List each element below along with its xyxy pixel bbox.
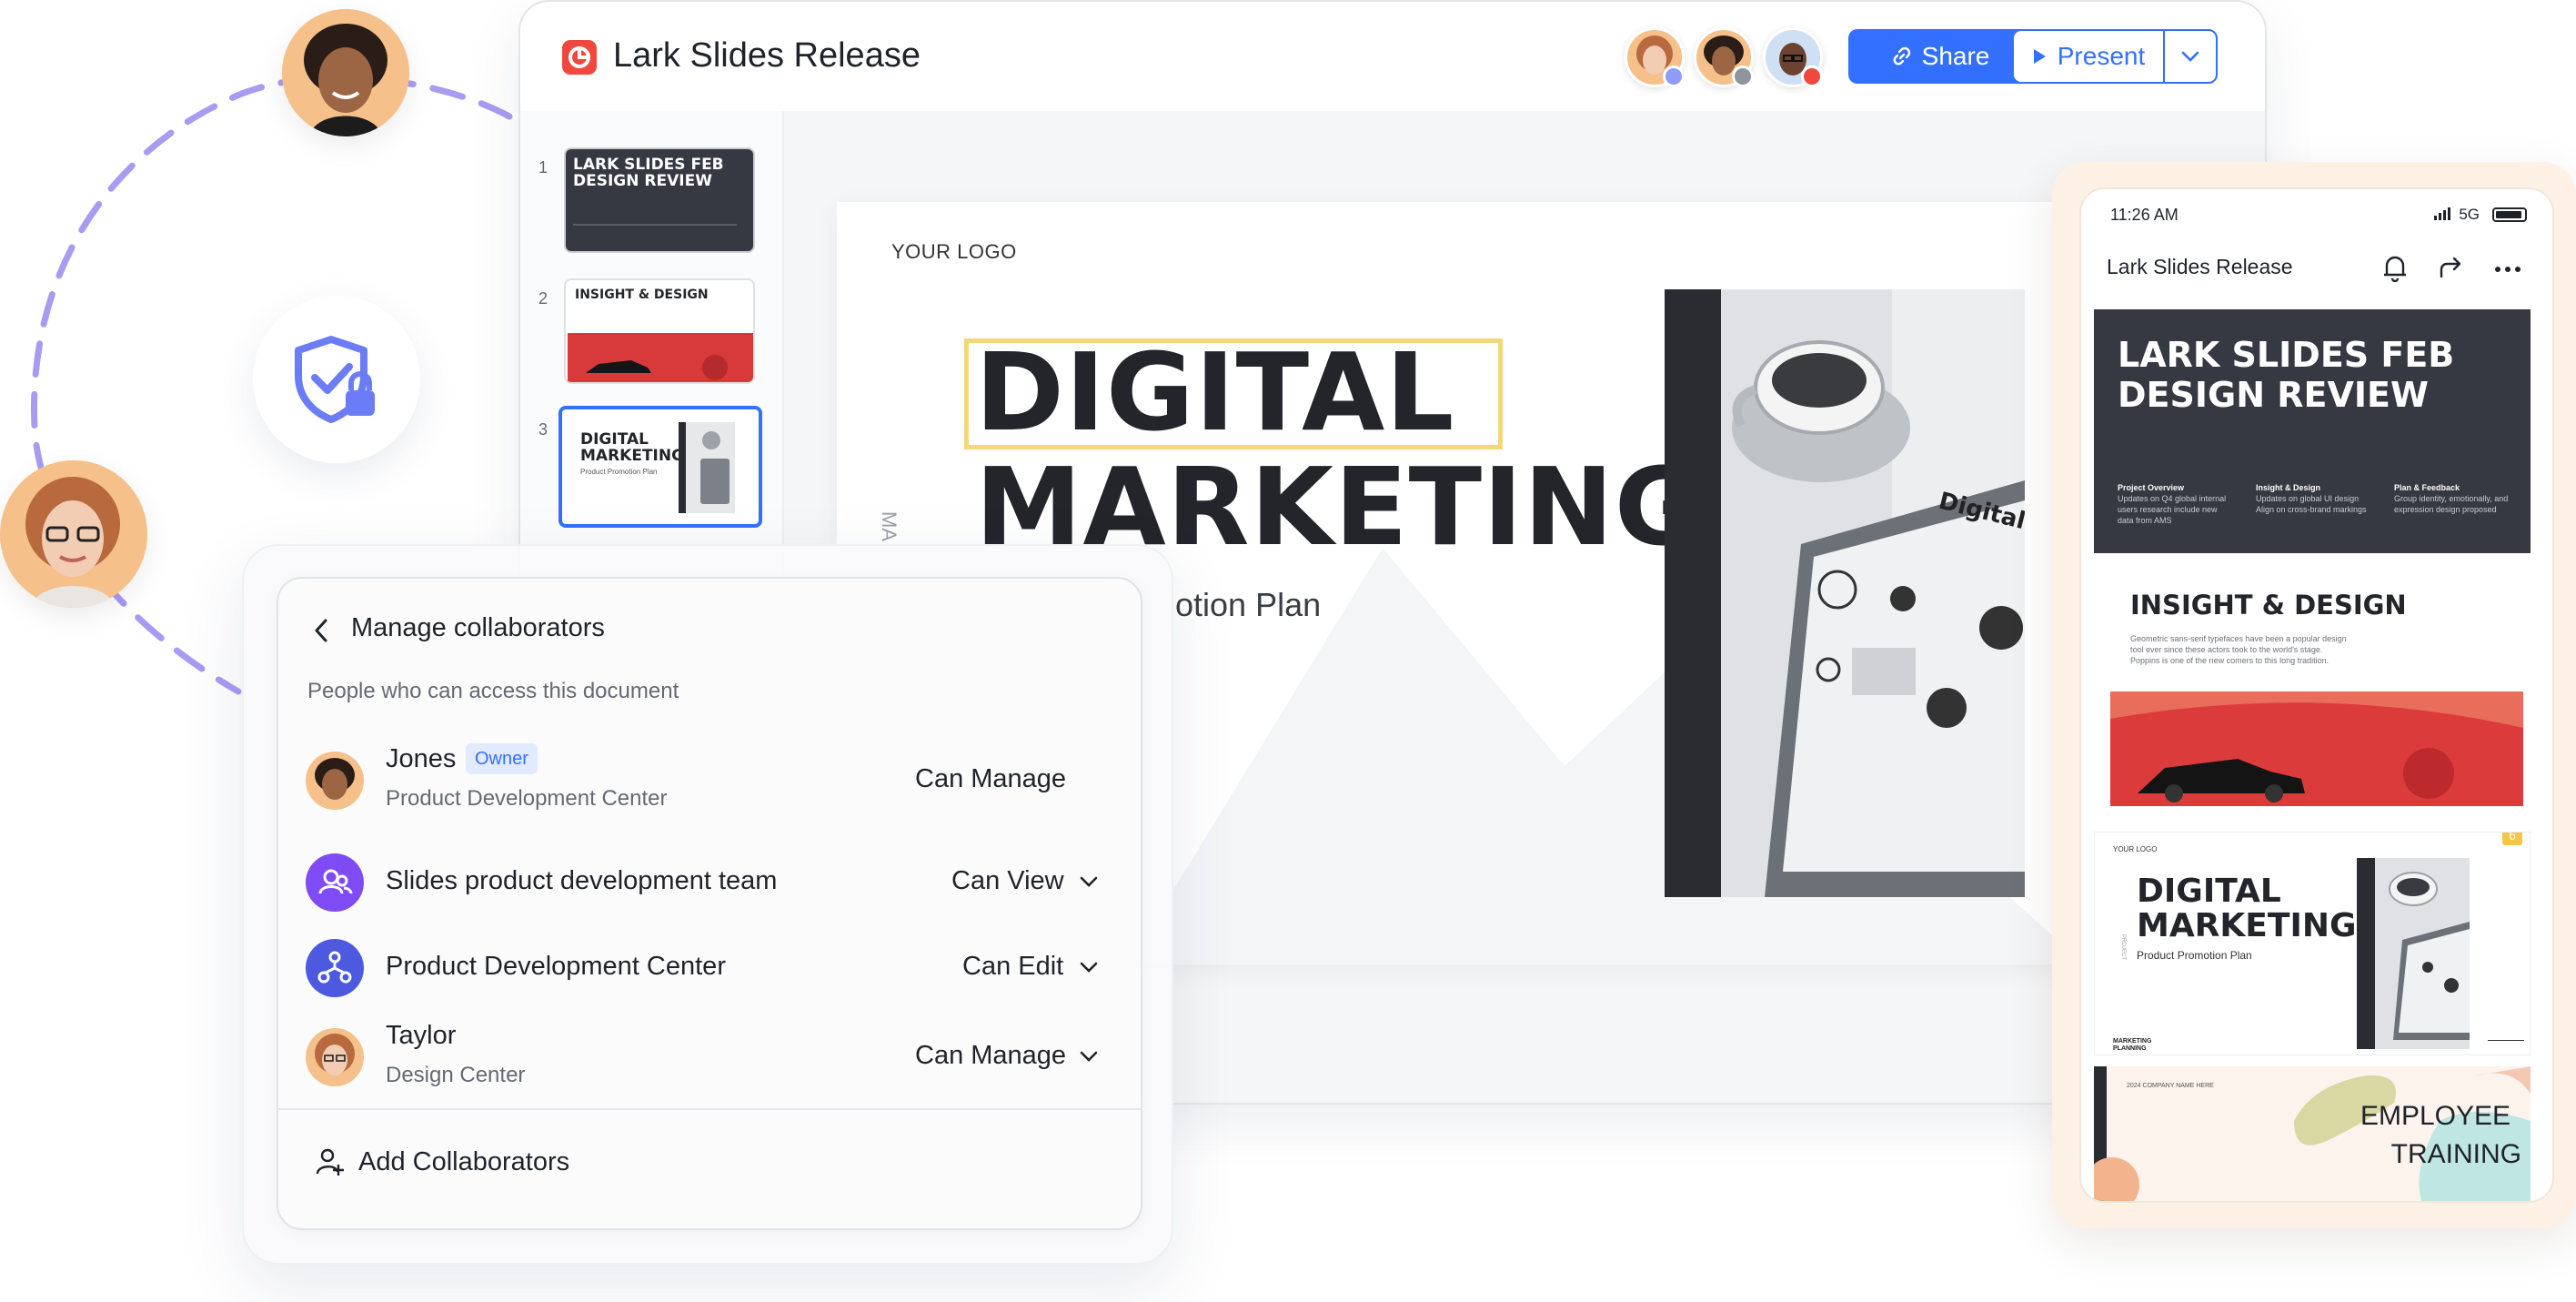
thumbnail-slide-2[interactable]: INSIGHT & DESIGN [564, 278, 755, 384]
card-column-heading: Plan & Feedback [2394, 483, 2460, 492]
link-icon [1893, 46, 1910, 66]
mobile-preview: 11:26 AM 5G Lark Slides Release LARK SLI… [2079, 187, 2554, 1203]
add-collaborators-label: Add Collaborators [358, 1146, 570, 1176]
slide-vertical-label: MA [878, 511, 901, 541]
card-title: LARK SLIDES FEB DESIGN REVIEW [2118, 335, 2455, 415]
status-bar-time: 11:26 AM [2110, 206, 2179, 224]
share-label: Share [1921, 42, 1990, 70]
avatar [306, 752, 364, 810]
thumbnail-number: 3 [538, 420, 548, 439]
slide-tablet-photo: Digital [1665, 289, 2025, 897]
chevron-down-icon [2181, 51, 2199, 62]
card-column-body: Updates on global UI design Align on cro… [2256, 494, 2367, 514]
org-structure-icon [306, 939, 364, 997]
collaborator-subtitle: Design Center [386, 1063, 526, 1087]
team-group-icon [306, 853, 364, 912]
thumbnail-number: 1 [538, 158, 548, 177]
chevron-down-icon[interactable] [1079, 961, 1099, 974]
permission-label: Can Manage [915, 764, 1067, 793]
panel-description: People who can access this document [307, 679, 679, 703]
title-bar: Lark Slides Release Share Present [520, 2, 2265, 111]
permission-dropdown[interactable]: Can View [951, 866, 1064, 896]
manage-collaborators-panel: Manage collaborators People who can acce… [277, 577, 1142, 1230]
thumbnail-slide-1[interactable]: LARK SLIDES FEB DESIGN REVIEW [564, 147, 755, 253]
slide-subtitle: otion Plan [1175, 586, 1322, 623]
mobile-slide-card-3[interactable]: 6 YOUR LOGO DIGITAL MARKETING Product Pr… [2094, 832, 2531, 1055]
floating-avatar-left [0, 460, 147, 608]
play-icon [2033, 49, 2046, 64]
collaborator-name: Product Development Center [386, 952, 726, 981]
card-company: 2024 COMPANY NAME HERE [2127, 1083, 2214, 1089]
back-chevron-icon[interactable] [311, 617, 331, 644]
card-title: INSIGHT & DESIGN [2130, 590, 2407, 621]
collaborator-row-taylor[interactable]: Taylor Design Center Can Manage [278, 1021, 1141, 1094]
card-subtitle: Product Promotion Plan [2137, 949, 2252, 962]
thumbnail-number: 2 [538, 289, 548, 308]
share-icon[interactable] [2438, 253, 2465, 282]
shield-lock-icon [295, 336, 375, 423]
slide-number-badge: 6 [2502, 833, 2522, 845]
permission-dropdown[interactable]: Can Edit [962, 952, 1063, 982]
thumbnail-tablet-image [679, 422, 735, 513]
battery-icon [2492, 207, 2527, 222]
presence-status-dot [1801, 66, 1823, 87]
permission-dropdown[interactable]: Can Manage [915, 1041, 1066, 1071]
collaborator-name: Jones [386, 744, 457, 773]
slide-headline-line1: DIGITAL [975, 329, 1455, 455]
signal-bars-icon [2434, 207, 2450, 220]
presence-status-dot [1663, 66, 1685, 87]
mobile-slide-card-4[interactable]: 2024 COMPANY NAME HERE EMPLOYEE TRAINING [2094, 1066, 2531, 1201]
share-button[interactable]: Share [1848, 29, 2032, 84]
chevron-down-icon[interactable] [1079, 1050, 1099, 1063]
card-title-line2: TRAINING [2390, 1139, 2521, 1169]
collaborator-row-team[interactable]: Slides product development team Can View [278, 852, 1141, 924]
avatar [306, 1028, 364, 1086]
card-title-line1: EMPLOYEE [2360, 1101, 2511, 1131]
thumbnail-title: DIGITAL MARKETING [580, 430, 685, 465]
collaborator-name: Slides product development team [386, 866, 778, 895]
card-logo: YOUR LOGO [2113, 845, 2158, 853]
panel-title: Manage collaborators [351, 613, 605, 642]
network-label: 5G [2459, 206, 2480, 223]
thumbnail-slide-3[interactable]: DIGITAL MARKETING Product Promotion Plan [558, 406, 762, 528]
panel-divider [278, 1108, 1141, 1110]
tablet-photo-image [2357, 858, 2470, 1049]
present-options-dropdown[interactable] [2163, 29, 2218, 84]
add-collaborators-button[interactable]: Add Collaborators [315, 1146, 569, 1177]
chevron-down-icon[interactable] [1079, 875, 1099, 888]
document-title: Lark Slides Release [613, 36, 921, 75]
owner-badge: Owner [466, 743, 538, 774]
red-car-image [2110, 691, 2523, 806]
card-body: Geometric sans-serif typefaces have been… [2130, 634, 2347, 665]
card-column-heading: Insight & Design [2256, 483, 2321, 492]
thumbnail-title: LARK SLIDES FEB DESIGN REVIEW [573, 156, 724, 190]
thumbnail-car-image [568, 333, 753, 382]
card-column-body: Updates on Q4 global internal users rese… [2118, 494, 2227, 525]
mobile-document-title: Lark Slides Release [2107, 255, 2293, 278]
presence-status-dot [1732, 66, 1754, 87]
floating-avatar-top [282, 9, 409, 136]
security-shield-badge [253, 296, 420, 463]
collaborator-subtitle: Product Development Center [386, 786, 668, 811]
card-vertical-label: PROJECT [2120, 934, 2126, 961]
present-button[interactable]: Present [2012, 29, 2165, 84]
add-user-icon [316, 1148, 344, 1176]
mobile-slide-card-2[interactable]: INSIGHT & DESIGN Geometric sans-serif ty… [2094, 564, 2531, 821]
thumbnail-subtitle: Product Promotion Plan [580, 468, 658, 476]
more-icon[interactable] [2494, 266, 2521, 273]
thumbnail-title: INSIGHT & DESIGN [575, 288, 709, 302]
mobile-slide-card-1[interactable]: LARK SLIDES FEB DESIGN REVIEW Project Ov… [2094, 309, 2531, 553]
card-footer: MARKETING PLANNING [2113, 1038, 2152, 1052]
collaborator-row-jones: Jones Owner Product Development Center C… [278, 743, 1141, 817]
collaborator-row-department[interactable]: Product Development Center Can Edit [278, 937, 1141, 1010]
present-label: Present [2057, 42, 2146, 70]
slides-app-icon [562, 40, 597, 75]
card-column-heading: Project Overview [2118, 483, 2185, 492]
bell-icon[interactable] [2381, 253, 2409, 282]
card-column-body: Group identity, emotionally, and express… [2394, 494, 2509, 514]
slide-logo-text: YOUR LOGO [891, 240, 1017, 263]
collaborator-name: Taylor [386, 1021, 457, 1050]
